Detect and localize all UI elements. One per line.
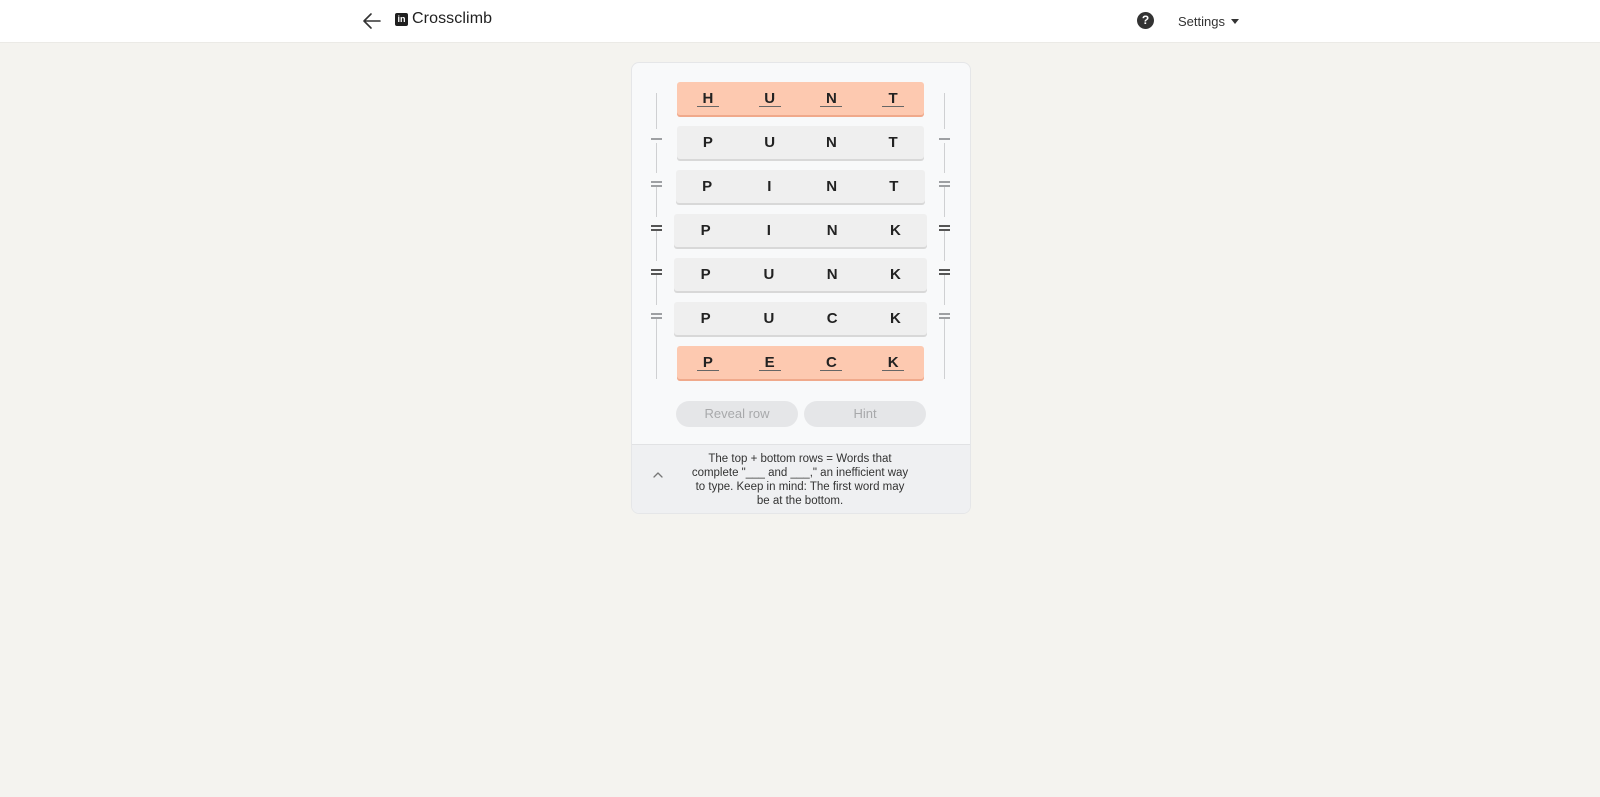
question-circle-icon[interactable]: ? [1137, 12, 1154, 29]
page-title: Crossclimb [412, 10, 493, 27]
word-row[interactable]: P I N T [676, 170, 925, 203]
drag-handle-icon[interactable] [651, 313, 662, 321]
letter-cell[interactable]: P [695, 258, 717, 291]
drag-handle-icon[interactable] [939, 313, 950, 321]
letter-cell[interactable]: T [882, 126, 904, 159]
letter-cell[interactable]: P [696, 170, 718, 203]
letter-cell[interactable]: N [820, 82, 843, 115]
letter-cell[interactable]: P [696, 346, 719, 379]
left-rail [647, 93, 667, 379]
word-row[interactable]: P E C K [677, 346, 924, 379]
letter-cell[interactable]: I [758, 170, 780, 203]
drag-handle-icon[interactable] [651, 225, 662, 233]
puzzle-card: H U N T P U N T P I N T P I N K P U N K … [631, 62, 971, 514]
clue-text: The top + bottom rows = Words that compl… [691, 453, 909, 507]
letter-cell[interactable]: P [695, 302, 717, 335]
letter-cell[interactable]: N [821, 258, 843, 291]
letter-cell[interactable]: U [759, 126, 781, 159]
drag-handle-icon[interactable] [651, 181, 662, 189]
letter-cell[interactable]: N [821, 170, 843, 203]
letter-cell[interactable]: U [758, 258, 780, 291]
linkedin-icon: in [395, 12, 408, 26]
letter-cell[interactable]: C [820, 346, 843, 379]
settings-label: Settings [1178, 14, 1225, 29]
right-rail [935, 93, 955, 379]
letter-cell[interactable]: N [820, 126, 842, 159]
letter-cell[interactable]: U [758, 302, 780, 335]
word-row[interactable]: P U N K [674, 258, 927, 291]
reveal-row-button[interactable]: Reveal row [676, 401, 798, 427]
letter-cell[interactable]: C [821, 302, 843, 335]
word-row[interactable]: P U N T [677, 126, 924, 159]
clue-panel: The top + bottom rows = Words that compl… [632, 444, 970, 513]
drag-handle-icon[interactable] [651, 269, 662, 277]
settings-dropdown[interactable]: Settings [1178, 14, 1239, 29]
letter-cell[interactable]: P [695, 214, 717, 247]
back-button[interactable] [360, 9, 384, 33]
letter-cell[interactable]: E [758, 346, 781, 379]
drag-handle-icon[interactable] [651, 138, 662, 142]
drag-handle-icon[interactable] [939, 269, 950, 277]
letter-cell[interactable]: K [884, 302, 906, 335]
letter-cell[interactable]: T [882, 82, 905, 115]
letter-cell[interactable]: K [884, 214, 906, 247]
letter-cell[interactable]: U [758, 82, 781, 115]
letter-cell[interactable]: N [821, 214, 843, 247]
letter-cell[interactable]: H [696, 82, 719, 115]
chevron-up-icon[interactable] [652, 469, 664, 481]
letter-cell[interactable]: K [882, 346, 905, 379]
brand: in Crossclimb [395, 10, 492, 28]
letter-cell[interactable]: P [697, 126, 719, 159]
arrow-left-icon [363, 13, 381, 29]
word-row[interactable]: P I N K [674, 214, 927, 247]
drag-handle-icon[interactable] [939, 225, 950, 233]
letter-cell[interactable]: I [758, 214, 780, 247]
letter-cell[interactable]: T [883, 170, 905, 203]
caret-down-icon [1230, 19, 1239, 24]
word-row[interactable]: H U N T [677, 82, 924, 115]
top-bar: in Crossclimb ? Settings [0, 0, 1600, 43]
drag-handle-icon[interactable] [939, 138, 950, 142]
hint-button[interactable]: Hint [804, 401, 926, 427]
drag-handle-icon[interactable] [939, 181, 950, 189]
letter-cell[interactable]: K [884, 258, 906, 291]
word-row[interactable]: P U C K [674, 302, 927, 335]
